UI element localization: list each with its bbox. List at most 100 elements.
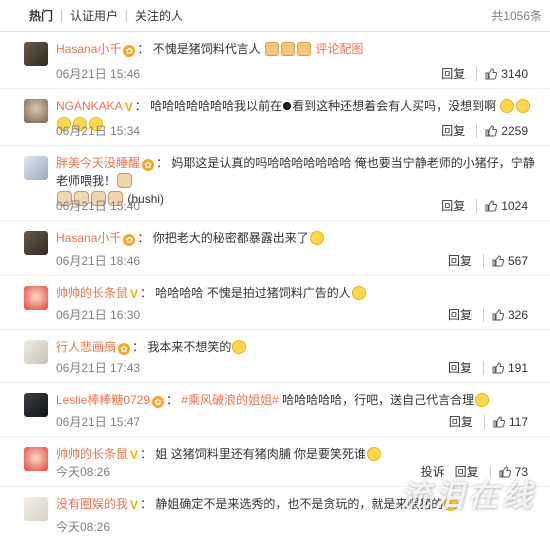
like-count: 326 (507, 307, 528, 322)
thumbs-up-icon (485, 67, 498, 79)
thumbs-up-icon (492, 308, 504, 320)
reply-button[interactable]: 回复 (441, 197, 465, 214)
thumbs-up-icon (492, 254, 504, 266)
member-badge-icon: ✿ (118, 343, 131, 355)
reply-button[interactable]: 回复 (441, 65, 465, 82)
thumbs-up-icon (492, 361, 504, 373)
tab-verified-users[interactable]: 认证用户 (62, 7, 126, 24)
member-badge-icon: ✿ (142, 159, 155, 171)
comment-text: 不愧是猪饲料代言人 (152, 42, 261, 56)
avatar[interactable] (24, 393, 48, 417)
comment-list: Hasana小千 ✿： 不愧是猪饲料代言人 评论配图 06月21日 15:46 回… (0, 32, 550, 547)
tab-hot[interactable]: 热门 (29, 7, 61, 24)
like-button[interactable]: 326 (482, 307, 528, 322)
member-badge-icon: ✿ (123, 234, 136, 246)
comment-text: 哈哈哈哈哈，行吧，送自己代言合理 (278, 393, 475, 407)
commenter-nick[interactable]: Hasana小千 (56, 231, 121, 245)
comment-time: 06月21日 17:43 (56, 361, 141, 375)
avatar[interactable] (24, 497, 48, 521)
comment-item: 帅帅的长条鼠 V： 哈哈哈哈 不愧是拍过猪饲料广告的人 06月21日 16:30 … (0, 276, 550, 330)
thumbs-up-emoji-icon (265, 42, 280, 56)
comment-item: Leslie棒棒糖0729 ✿： #乘风破浪的姐姐# 哈哈哈哈哈，行吧，送自己代言… (0, 383, 550, 437)
comment-time: 06月21日 15:47 (56, 415, 141, 429)
comment-image-link[interactable]: 评论配图 (315, 42, 363, 56)
like-button[interactable]: 1024 (476, 198, 528, 213)
avatar[interactable] (24, 42, 48, 66)
like-button[interactable]: 567 (482, 253, 528, 268)
comment-text: 你把老大的秘密都暴露出来了 (152, 231, 309, 245)
bomb-emoji-icon (283, 102, 292, 110)
commenter-nick[interactable]: 帅帅的长条鼠 (56, 447, 128, 461)
comment-time: 06月21日 15:46 (56, 67, 141, 81)
reply-button[interactable]: 回复 (449, 413, 473, 430)
commenter-nick[interactable]: NGANKAKA (56, 99, 123, 113)
comment-item: 行人悲画扇 ✿： 我本来不想笑的 06月21日 17:43 回复 191 (0, 330, 550, 383)
comment-item: Hasana小千 ✿： 你把老大的秘密都暴露出来了 06月21日 18:46 回复… (0, 221, 550, 276)
verified-v-icon: V (130, 287, 139, 301)
reply-button[interactable]: 回复 (448, 252, 472, 269)
total-comment-count: 共1056条 (491, 9, 542, 23)
comment-text-continued: 看到这种还想着会有人买吗，没想到啊 (292, 99, 497, 113)
like-count: 1024 (501, 198, 528, 213)
comment-text: 我本来不想笑的 (147, 340, 232, 354)
comment-item: Hasana小千 ✿： 不愧是猪饲料代言人 评论配图 06月21日 15:46 回… (0, 32, 550, 89)
thumbs-up-icon (485, 124, 498, 136)
like-count: 2259 (501, 123, 528, 138)
avatar[interactable] (24, 231, 48, 255)
comment-time: 06月21日 16:30 (56, 308, 141, 322)
verified-v-icon: V (124, 100, 133, 114)
laugh-emoji-icon (367, 447, 382, 461)
like-count: 3140 (501, 66, 528, 81)
verified-v-icon: V (130, 448, 139, 462)
like-button[interactable]: 191 (482, 360, 528, 375)
comment-time: 今天08:26 (56, 520, 111, 534)
comment-time: 06月21日 15:40 (56, 199, 141, 213)
comment-item: 胖美今天没睡醒 ✿： 妈耶这是认真的吗哈哈哈哈哈哈哈 俺也要当宁静老师的小猪仔，宁… (0, 146, 550, 221)
watermark: 流泪在线 (400, 480, 536, 513)
like-button[interactable]: 117 (483, 414, 528, 429)
grin-emoji-icon (232, 340, 247, 354)
commenter-nick[interactable]: 没有圈娱的我 (56, 497, 128, 511)
avatar[interactable] (24, 99, 48, 123)
verified-v-icon: V (130, 498, 139, 512)
commenter-nick[interactable]: 行人悲画扇 (56, 340, 116, 354)
like-count: 117 (508, 414, 528, 429)
like-count: 191 (507, 360, 528, 375)
comment-item: NGANKAKA V： 哈哈哈哈哈哈哈我以前在 看到这种还想着会有人买吗，没想到啊 … (0, 89, 550, 146)
commenter-nick[interactable]: 胖美今天没睡醒 (56, 156, 140, 170)
comment-text: 哈哈哈哈哈哈哈我以前在 (150, 99, 283, 113)
comment-text: 哈哈哈哈 不愧是拍过猪饲料广告的人 (155, 286, 351, 300)
laugh-emoji-icon (516, 99, 531, 113)
comment-time: 06月21日 15:34 (56, 124, 141, 138)
thumbs-up-icon (485, 199, 498, 211)
thumbs-up-emoji-icon (297, 42, 312, 56)
tab-following[interactable]: 关注的人 (127, 7, 191, 24)
reply-button[interactable]: 回复 (448, 359, 472, 376)
comment-tabbar: 热门 认证用户 关注的人 共1056条 (0, 0, 550, 32)
like-button[interactable]: 3140 (476, 66, 528, 81)
commenter-nick[interactable]: Hasana小千 (56, 42, 121, 56)
like-count: 567 (507, 253, 528, 268)
comment-text: 姐 这猪饲料里还有猪肉脯 你是要笑死谁 (155, 447, 367, 461)
laugh-emoji-icon (351, 286, 366, 300)
topic-hashtag-link[interactable]: #乘风破浪的姐姐# (181, 393, 278, 407)
avatar[interactable] (24, 286, 48, 310)
member-badge-icon: ✿ (152, 396, 165, 408)
avatar[interactable] (24, 156, 48, 180)
comment-time: 今天08:26 (56, 465, 111, 479)
comment-time: 06月21日 18:46 (56, 254, 141, 268)
reply-button[interactable]: 回复 (441, 122, 465, 139)
cat-emoji-icon (117, 173, 133, 188)
commenter-nick[interactable]: 帅帅的长条鼠 (56, 286, 128, 300)
thumbs-up-emoji-icon (281, 42, 296, 56)
wink-emoji-icon (475, 393, 490, 407)
commenter-nick[interactable]: Leslie棒棒糖0729 (56, 393, 150, 407)
avatar[interactable] (24, 447, 48, 471)
laugh-emoji-icon (500, 99, 515, 113)
member-badge-icon: ✿ (123, 45, 136, 57)
thumbs-up-icon (493, 415, 505, 427)
like-button[interactable]: 2259 (476, 123, 528, 138)
reply-button[interactable]: 回复 (448, 306, 472, 323)
laugh-emoji-icon (309, 231, 324, 245)
avatar[interactable] (24, 340, 48, 364)
